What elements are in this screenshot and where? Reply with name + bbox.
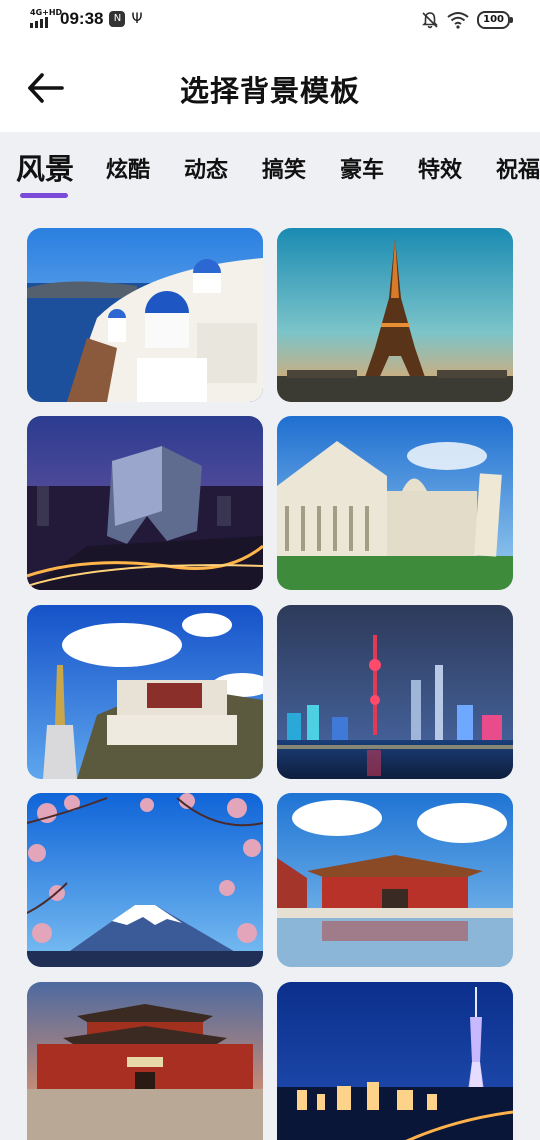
potala-palace-image	[27, 605, 263, 779]
template-card-eiffel-tower[interactable]	[277, 228, 513, 402]
tab-dynamic[interactable]: 动态	[184, 152, 228, 184]
forbidden-city-gate-image	[27, 982, 263, 1140]
template-card-forbidden-city-gate[interactable]	[27, 982, 263, 1140]
santorini-image	[27, 228, 263, 402]
app-header: 选择背景模板	[0, 44, 540, 132]
wifi-icon	[447, 12, 469, 29]
cctv-tower-image	[27, 416, 263, 590]
status-bar: 4G+HD 09:38 N Ψ 100	[0, 0, 540, 44]
tab-luxury-cars[interactable]: 豪车	[340, 152, 384, 184]
template-card-santorini[interactable]	[27, 228, 263, 402]
template-card-cctv-tower[interactable]	[27, 416, 263, 590]
template-card-forbidden-city[interactable]	[277, 793, 513, 967]
pisa-cathedral-image	[277, 416, 513, 590]
notification-icon: N	[109, 11, 126, 27]
status-time: 09:38	[60, 9, 104, 28]
battery-indicator: 100	[477, 11, 513, 29]
template-card-pisa[interactable]	[277, 416, 513, 590]
template-card-fuji[interactable]	[27, 793, 263, 967]
usb-icon: Ψ	[131, 11, 143, 27]
shanghai-skyline-image	[277, 605, 513, 779]
template-card-shanghai[interactable]	[277, 605, 513, 779]
template-card-potala[interactable]	[27, 605, 263, 779]
network-type: 4G+HD	[30, 8, 63, 17]
tab-scenery[interactable]: 风景	[16, 146, 74, 188]
signal-icon: 4G+HD	[30, 8, 62, 28]
category-tabs: 风景 炫酷 动态 搞笑 豪车 特效 祝福	[0, 146, 540, 206]
tab-funny[interactable]: 搞笑	[262, 152, 306, 184]
canton-tower-image	[277, 982, 513, 1140]
eiffel-tower-image	[277, 228, 513, 402]
forbidden-city-reflection-image	[277, 793, 513, 967]
page-title: 选择背景模板	[179, 74, 360, 108]
active-tab-indicator	[20, 193, 68, 198]
tab-effects[interactable]: 特效	[418, 152, 462, 184]
mute-bell-icon	[422, 12, 439, 29]
tab-blessings[interactable]: 祝福	[496, 152, 540, 184]
template-card-canton-tower[interactable]	[277, 982, 513, 1140]
tab-cool[interactable]: 炫酷	[106, 152, 150, 184]
mount-fuji-image	[27, 793, 263, 967]
